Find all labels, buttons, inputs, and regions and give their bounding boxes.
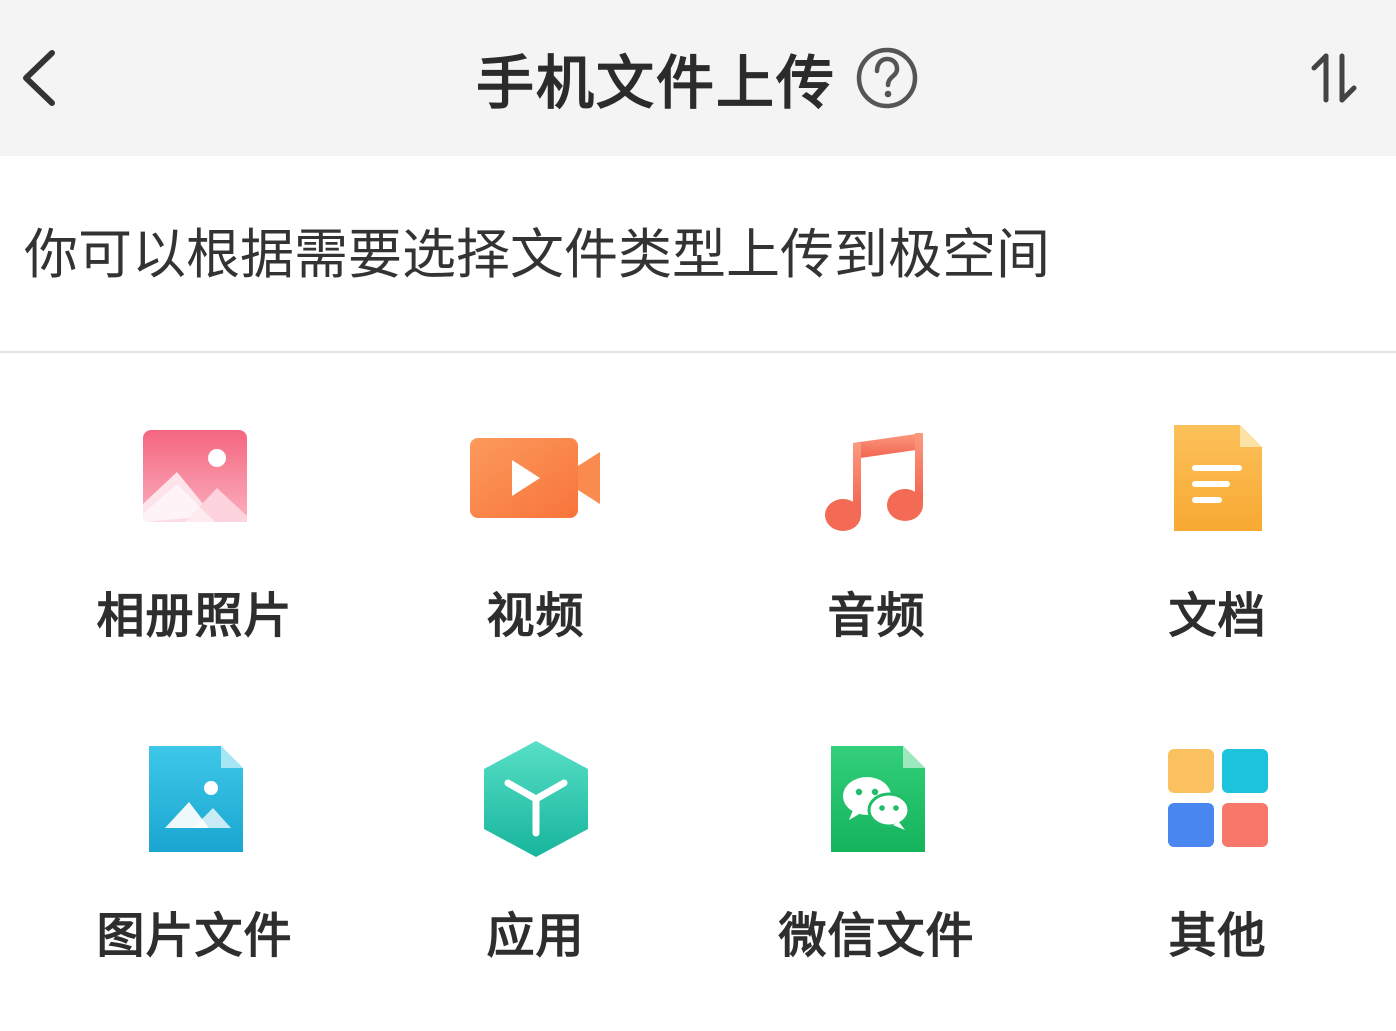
category-label: 视频 xyxy=(486,588,585,644)
category-label: 图片文件 xyxy=(96,908,293,964)
photo-album-icon xyxy=(120,404,270,554)
app-cube-icon xyxy=(461,724,611,874)
category-label: 音频 xyxy=(827,588,926,644)
category-label: 微信文件 xyxy=(778,908,975,964)
back-button[interactable] xyxy=(14,46,64,110)
category-label: 应用 xyxy=(486,908,585,964)
document-icon xyxy=(1143,404,1293,554)
category-grid: 相册照片 视频 音频 文档 图片文件 应用 微信文件 其他 xyxy=(24,380,1388,1020)
category-video[interactable]: 视频 xyxy=(365,380,706,700)
transfer-list-button[interactable] xyxy=(1302,46,1366,110)
category-app[interactable]: 应用 xyxy=(365,700,706,1020)
category-label: 文档 xyxy=(1168,588,1267,644)
title-area: 手机文件上传 xyxy=(0,0,1396,156)
grid-apps-icon xyxy=(1143,724,1293,874)
video-icon xyxy=(461,404,611,554)
chevron-left-icon xyxy=(23,50,55,106)
wechat-file-icon xyxy=(802,724,952,874)
transfer-arrows-icon xyxy=(1311,53,1357,103)
category-photo-album[interactable]: 相册照片 xyxy=(24,380,365,700)
category-other[interactable]: 其他 xyxy=(1047,700,1388,1020)
question-circle-icon xyxy=(856,47,918,109)
top-bar: 手机文件上传 xyxy=(0,0,1396,156)
category-label: 相册照片 xyxy=(96,588,293,644)
category-audio[interactable]: 音频 xyxy=(706,380,1047,700)
category-label: 其他 xyxy=(1168,908,1267,964)
help-button[interactable] xyxy=(854,45,920,111)
divider xyxy=(0,351,1396,353)
upload-description: 你可以根据需要选择文件类型上传到极空间 xyxy=(24,223,1050,286)
category-document[interactable]: 文档 xyxy=(1047,380,1388,700)
music-note-icon xyxy=(802,404,952,554)
image-file-icon xyxy=(120,724,270,874)
category-wechat-file[interactable]: 微信文件 xyxy=(706,700,1047,1020)
category-image-file[interactable]: 图片文件 xyxy=(24,700,365,1020)
page-title: 手机文件上传 xyxy=(475,49,836,117)
